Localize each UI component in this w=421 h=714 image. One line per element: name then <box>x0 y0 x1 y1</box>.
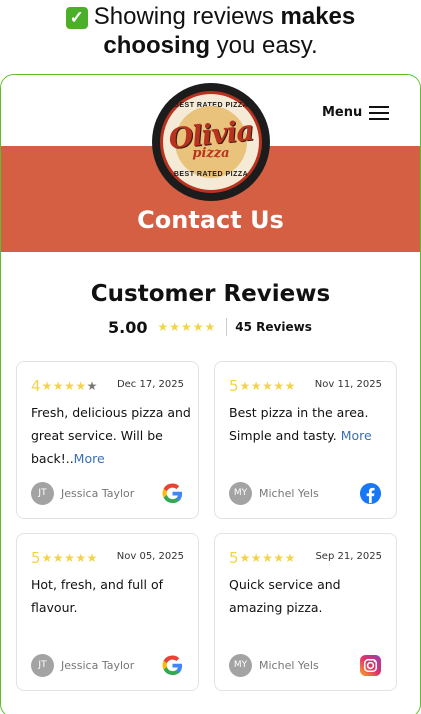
review-body: Quick service and amazing pizza. <box>229 577 341 615</box>
reviews-title: Customer Reviews <box>90 281 331 307</box>
review-date: Sep 21, 2025 <box>315 551 382 562</box>
review-text: Hot, fresh, and full of flavour. <box>31 573 197 619</box>
review-card[interactable]: 5★★★★★ Nov 05, 2025 Hot, fresh, and full o… <box>16 533 199 691</box>
logo-subtitle: pizza <box>192 146 230 161</box>
review-text: Quick service and amazing pizza. <box>229 573 395 619</box>
logo-tagline-bottom: BEST RATED PIZZA <box>173 171 249 178</box>
review-date: Nov 05, 2025 <box>116 551 184 562</box>
checkmark-icon: ✓ <box>65 7 88 29</box>
star-rating-icon: ★★★★★ <box>157 320 217 334</box>
star-rating-icon: 4★★★★★ <box>31 377 98 395</box>
headline-part: you easy. <box>210 32 318 59</box>
stars-filled: ★★★★ <box>41 379 87 393</box>
review-text: Fresh, delicious pizza and great service… <box>31 401 197 470</box>
phone-frame: Contact Us BEST RATED PIZZA Olivia pizza… <box>0 74 421 714</box>
avatar: JT <box>31 654 54 677</box>
review-card[interactable]: 4★★★★★ Dec 17, 2025 Fresh, delicious pizza… <box>16 361 199 519</box>
divider <box>226 318 228 336</box>
facebook-icon[interactable] <box>359 482 382 505</box>
rating-summary: 5.00 ★★★★★ 45 Reviews <box>108 316 312 338</box>
google-icon[interactable] <box>161 482 184 505</box>
rating-value: 5 <box>229 549 239 567</box>
headline-part: Showing reviews <box>93 3 281 30</box>
review-count[interactable]: 45 Reviews <box>235 320 312 334</box>
avatar: JT <box>31 482 54 505</box>
logo-ring: BEST RATED PIZZA Olivia pizza BEST RATED… <box>160 91 262 193</box>
star-rating-icon: 5★★★★★ <box>31 549 98 567</box>
headline: ✓ Showing reviews makes choosing you easy… <box>0 0 421 60</box>
stars-filled: ★★★★★ <box>239 379 296 393</box>
stars-filled: ★★★★★ <box>239 551 296 565</box>
average-score: 5.00 <box>108 317 148 337</box>
review-text: Best pizza in the area. Simple and tasty… <box>229 401 395 447</box>
menu-button[interactable]: Menu <box>322 105 362 120</box>
review-body: Hot, fresh, and full of flavour. <box>31 577 164 615</box>
review-body: Fresh, delicious pizza and great service… <box>31 405 191 466</box>
review-author: Michel Yels <box>259 487 319 500</box>
site-logo[interactable]: BEST RATED PIZZA Olivia pizza BEST RATED… <box>152 83 270 201</box>
page-title: Contact Us <box>137 206 284 234</box>
headline-emphasis: choosing <box>103 32 211 59</box>
review-author: Jessica Taylor <box>61 487 135 500</box>
review-author: Michel Yels <box>259 659 319 672</box>
review-date: Nov 11, 2025 <box>314 379 382 390</box>
review-card[interactable]: 5★★★★★ Sep 21, 2025 Quick service and amaz… <box>214 533 397 691</box>
rating-value: 5 <box>31 549 41 567</box>
headline-emphasis: makes <box>280 3 356 30</box>
star-rating-icon: 5★★★★★ <box>229 549 296 567</box>
rating-value: 5 <box>229 377 239 395</box>
read-more-link[interactable]: More <box>341 428 372 443</box>
review-card[interactable]: 5★★★★★ Nov 11, 2025 Best pizza in the area… <box>214 361 397 519</box>
avatar: MY <box>229 482 252 505</box>
instagram-icon[interactable] <box>359 654 382 677</box>
stars-empty: ★ <box>86 379 98 393</box>
hamburger-icon[interactable] <box>369 106 389 120</box>
stars-filled: ★★★★★ <box>41 551 98 565</box>
google-icon[interactable] <box>161 654 184 677</box>
review-date: Dec 17, 2025 <box>116 379 184 390</box>
rating-value: 4 <box>31 377 41 395</box>
star-rating-icon: 5★★★★★ <box>229 377 296 395</box>
read-more-link[interactable]: More <box>74 451 105 466</box>
review-author: Jessica Taylor <box>61 659 135 672</box>
avatar: MY <box>229 654 252 677</box>
